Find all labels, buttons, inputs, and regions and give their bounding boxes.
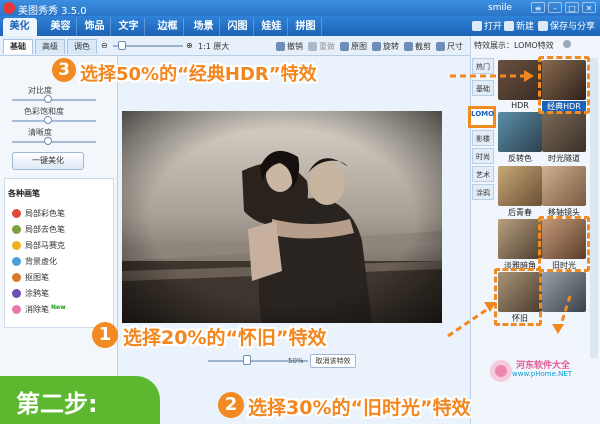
- step-badge-text: 第二步:: [16, 390, 98, 418]
- step3-number: 3: [52, 58, 76, 82]
- arrow-step2-a: [558, 295, 572, 329]
- step1-annotation: 选择20%的“怀旧”特效: [123, 327, 327, 349]
- watermark-url: www.pHome.NET: [512, 370, 573, 378]
- step2-annotation: 选择30%的“旧时光”特效: [248, 397, 471, 419]
- arrow-step1: [447, 304, 493, 338]
- step2-number: 2: [218, 392, 244, 418]
- step3-annotation: 选择50%的“经典HDR”特效: [80, 64, 317, 85]
- step1-number: 1: [92, 322, 118, 348]
- watermark-logo-icon: [490, 360, 512, 382]
